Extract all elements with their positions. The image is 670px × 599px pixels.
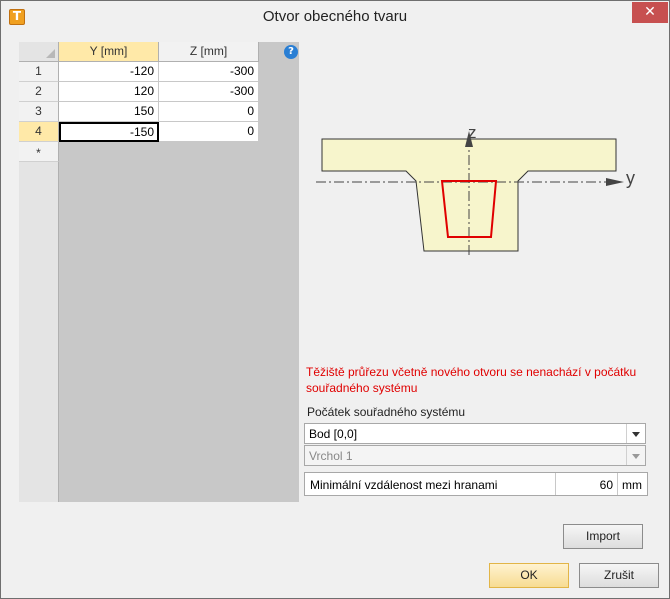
cell-y[interactable]: -120	[59, 62, 159, 82]
centroid-warning: Těžiště průřezu včetně nového otvoru se …	[306, 365, 637, 395]
min-distance-input[interactable]: 60	[557, 478, 613, 492]
axis-y-label: y	[626, 168, 635, 188]
dialog-window: T Otvor obecného tvaru ✕ Y [mm] Z [mm] ?…	[0, 0, 670, 599]
divider	[617, 473, 618, 495]
coordinates-grid: Y [mm] Z [mm] ? 1 -120 -300 2 120 -300 3…	[19, 42, 299, 502]
close-button[interactable]: ✕	[632, 2, 668, 23]
origin-label: Počátek souřadného systému	[307, 405, 466, 419]
origin-vertex-select: Vrchol 1	[304, 445, 646, 466]
column-header-y[interactable]: Y [mm]	[59, 42, 159, 62]
column-header-z[interactable]: Z [mm]	[159, 42, 259, 62]
row-header[interactable]: 2	[19, 82, 59, 102]
cancel-button[interactable]: Zrušit	[579, 563, 659, 588]
min-distance-row: Minimální vzdálenost mezi hranami 60 mm	[304, 472, 648, 496]
chevron-down-icon[interactable]	[626, 424, 645, 443]
chevron-down-icon	[626, 446, 645, 465]
cell-z[interactable]: 0	[159, 102, 259, 122]
cell-z[interactable]: 0	[159, 122, 259, 142]
cell-y-active[interactable]: -150	[59, 122, 159, 142]
title-bar: T Otvor obecného tvaru ✕	[1, 1, 669, 32]
min-distance-label: Minimální vzdálenost mezi hranami	[310, 478, 498, 492]
new-row-header[interactable]: *	[19, 142, 59, 162]
grid-select-all[interactable]	[19, 42, 59, 62]
cell-y[interactable]: 120	[59, 82, 159, 102]
origin-point-value: Bod [0,0]	[309, 427, 358, 441]
min-distance-unit: mm	[622, 478, 642, 492]
ok-button[interactable]: OK	[489, 563, 569, 588]
cell-z[interactable]: -300	[159, 62, 259, 82]
cell-z[interactable]: -300	[159, 82, 259, 102]
row-header[interactable]: 1	[19, 62, 59, 82]
help-icon[interactable]: ?	[284, 45, 298, 59]
origin-vertex-value: Vrchol 1	[309, 449, 353, 463]
axis-y-arrow	[606, 178, 624, 186]
origin-point-select[interactable]: Bod [0,0]	[304, 423, 646, 444]
axis-z-label: z	[468, 123, 477, 142]
window-title: Otvor obecného tvaru	[262, 8, 408, 25]
divider	[555, 473, 556, 495]
row-header-selected[interactable]: 4	[19, 122, 59, 142]
row-header[interactable]: 3	[19, 102, 59, 122]
cross-section-diagram: z y	[316, 123, 635, 255]
import-button[interactable]: Import	[563, 524, 643, 549]
cell-y[interactable]: 150	[59, 102, 159, 122]
